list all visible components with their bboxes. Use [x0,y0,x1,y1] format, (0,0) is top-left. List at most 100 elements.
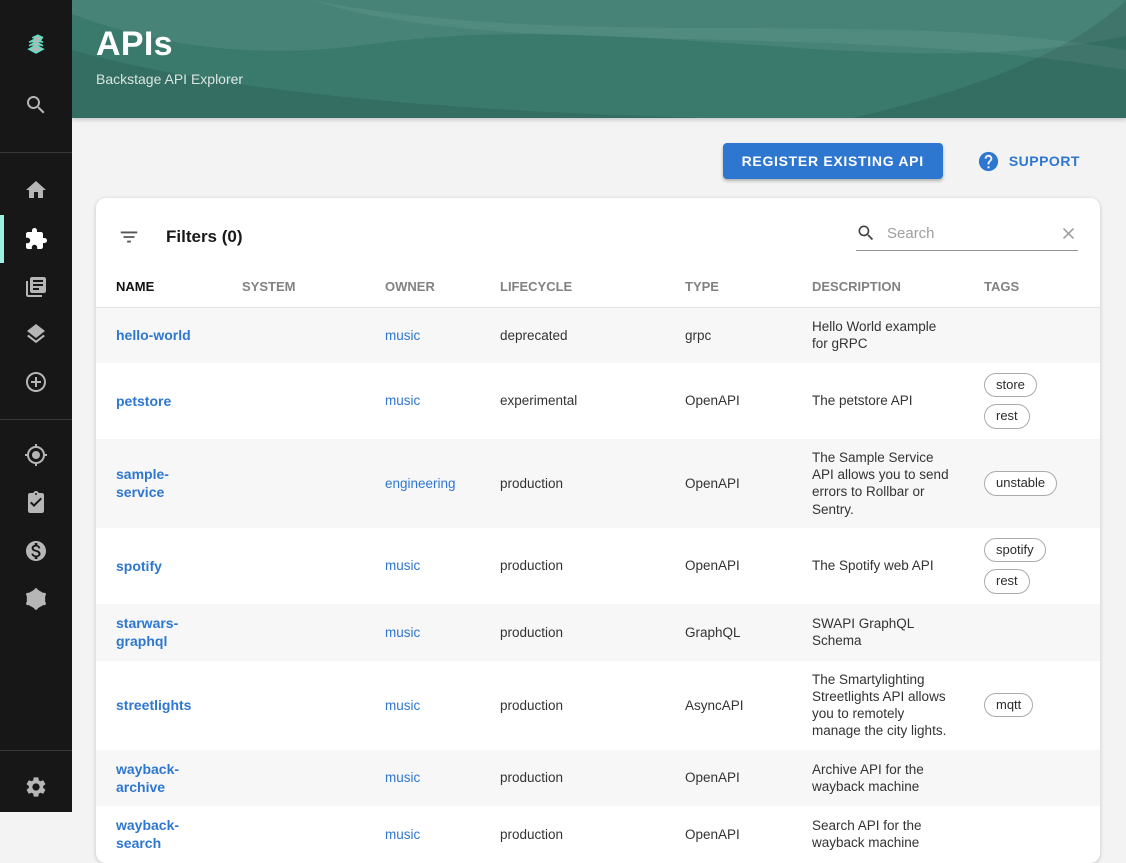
table-header-row: NAME SYSTEM OWNER LIFECYCLE TYPE DESCRIP… [96,269,1100,308]
column-header-lifecycle[interactable]: LIFECYCLE [484,269,669,308]
api-lifecycle-cell: production [500,826,564,842]
sidebar-divider [0,750,72,751]
search-input[interactable] [885,223,1050,243]
api-owner-link[interactable]: music [385,558,420,573]
table-search-field [856,223,1078,251]
layers-icon [27,324,45,344]
api-system-cell [226,806,369,863]
api-type-cell: OpenAPI [685,558,740,574]
support-label: SUPPORT [1008,153,1080,169]
tag-chip: store [984,372,1037,398]
sidebar-item-create[interactable] [0,358,72,406]
api-name-link[interactable]: petstore [116,393,171,409]
api-name-link[interactable]: spotify [116,558,162,574]
api-description-cell: The petstore API [812,393,913,409]
graphql-icon [26,588,46,610]
dollar-circle-icon [26,541,46,561]
sidebar-item-tech-radar[interactable] [0,431,72,479]
api-description-cell: The Spotify web API [812,558,934,574]
api-table-card: Filters (0) NAME SYSTEM [96,198,1100,863]
api-description-cell: Hello World example for gRPC [812,319,937,352]
api-owner-link[interactable]: music [385,625,420,640]
api-owner-link[interactable]: music [385,770,420,785]
api-lifecycle-cell: production [500,697,564,713]
sidebar-item-cost-insights[interactable] [0,527,72,575]
add-circle-icon [26,372,46,392]
table-row: wayback-search music production OpenAPI … [96,806,1100,863]
api-name-link[interactable]: starwars-graphql [116,615,178,649]
api-lifecycle-cell: production [500,770,564,786]
api-description-cell: Search API for the wayback machine [812,818,922,851]
api-name-link[interactable]: wayback-archive [116,761,179,795]
tag-chip: mqtt [984,692,1034,718]
support-button[interactable]: SUPPORT [971,149,1086,174]
sidebar-item-tasks[interactable] [0,479,72,527]
filter-list-icon [118,226,140,248]
sidebar-item-docs[interactable] [0,263,72,311]
card-header: Filters (0) [96,198,1100,269]
sidebar-item-apis[interactable] [0,215,72,263]
column-header-owner[interactable]: OWNER [369,269,484,308]
column-header-name[interactable]: NAME [96,269,226,308]
column-header-system[interactable]: SYSTEM [226,269,369,308]
api-type-cell: grpc [685,327,712,343]
api-description-cell: SWAPI GraphQL Schema [812,616,914,649]
api-tags-cell: mqtt [984,692,1084,718]
api-name-link[interactable]: wayback-search [116,817,179,851]
column-header-description[interactable]: DESCRIPTION [796,269,968,308]
column-header-type[interactable]: TYPE [669,269,796,308]
api-type-cell: OpenAPI [685,826,740,842]
main-content: REGISTER EXISTING API SUPPORT Filters (0… [72,118,1126,863]
backstage-logo-icon[interactable] [0,22,72,70]
api-name-link[interactable]: streetlights [116,697,191,713]
sidebar-item-home[interactable] [0,166,72,214]
column-header-tags[interactable]: TAGS [968,269,1100,308]
extension-puzzle-icon [26,228,47,249]
page-subtitle: Backstage API Explorer [96,71,244,87]
api-name-link[interactable]: hello-world [116,327,191,343]
api-table: NAME SYSTEM OWNER LIFECYCLE TYPE DESCRIP… [96,269,1100,863]
api-owner-link[interactable]: music [385,698,420,713]
register-existing-api-button[interactable]: REGISTER EXISTING API [722,143,943,179]
api-type-cell: OpenAPI [685,475,740,491]
api-lifecycle-cell: production [500,624,564,640]
table-row: petstore music experimental OpenAPI The … [96,363,1100,439]
tag-chip: rest [984,569,1030,595]
api-type-cell: OpenAPI [685,393,740,409]
api-name-link[interactable]: sample-service [116,466,169,500]
page-header: APIs Backstage API Explorer [72,0,1126,118]
clear-search-icon[interactable] [1059,224,1078,243]
sidebar-item-settings[interactable] [0,763,72,811]
table-row: streetlights music production AsyncAPI T… [96,661,1100,750]
api-owner-link[interactable]: engineering [385,476,456,491]
api-type-cell: OpenAPI [685,770,740,786]
sidebar-item-graphiql[interactable] [0,575,72,623]
library-books-icon [26,277,46,297]
api-type-cell: GraphQL [685,624,741,640]
api-lifecycle-cell: deprecated [500,327,568,343]
sidebar-item-explore[interactable] [0,310,72,358]
sidebar-divider [0,419,72,420]
api-system-cell [226,750,369,807]
api-description-cell: The Smartylighting Streetlights API allo… [812,671,947,739]
api-owner-link[interactable]: music [385,827,420,842]
table-row: starwars-graphql music production GraphQ… [96,604,1100,661]
api-owner-link[interactable]: music [385,328,420,343]
search-icon [856,223,876,243]
sidebar [0,0,72,812]
tag-chip: unstable [984,471,1058,496]
api-tags-cell: store rest [984,372,1084,429]
api-system-cell [226,308,369,363]
api-description-cell: The Sample Service API allows you to sen… [812,449,949,517]
tag-chip: rest [984,404,1030,429]
table-row: wayback-archive music production OpenAPI… [96,749,1100,807]
table-row: spotify music production OpenAPI The Spo… [96,528,1100,604]
sidebar-divider [0,152,72,153]
api-tags-cell: unstable [984,471,1084,496]
api-owner-link[interactable]: music [385,393,420,408]
api-lifecycle-cell: production [500,475,564,491]
table-row: sample-service engineering production Op… [96,438,1100,528]
actions-row: REGISTER EXISTING API SUPPORT [72,118,1126,179]
search-icon[interactable] [0,81,72,129]
api-lifecycle-cell: production [500,558,564,574]
